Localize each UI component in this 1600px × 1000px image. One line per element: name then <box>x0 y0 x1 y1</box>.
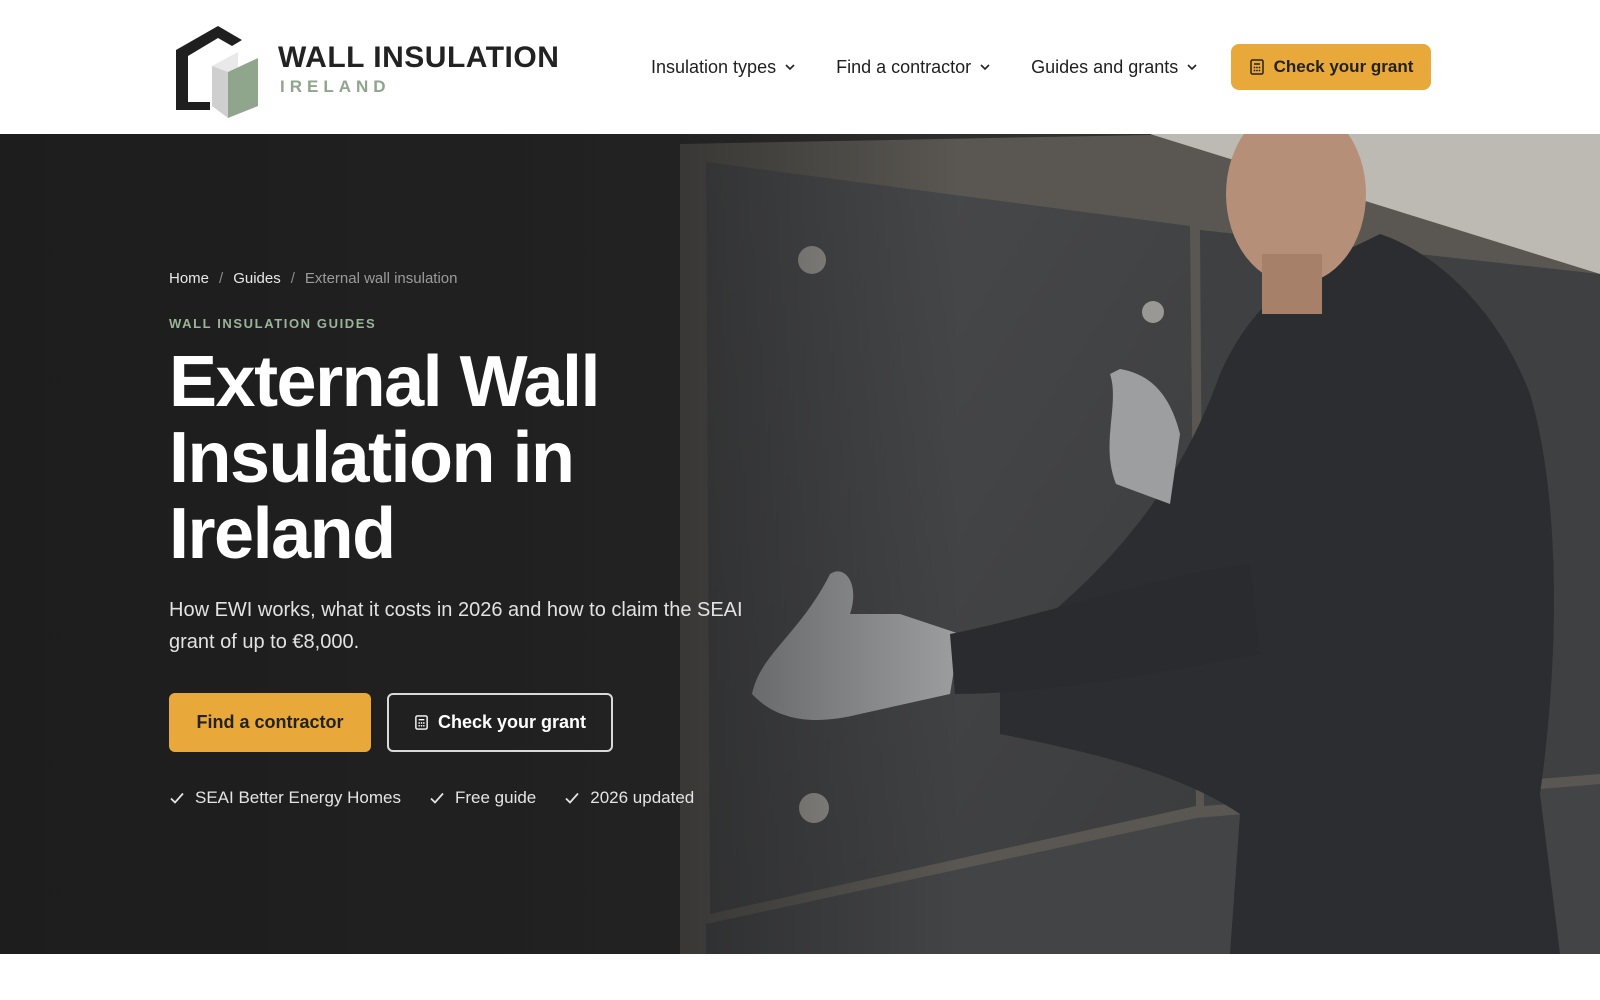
calculator-icon <box>415 715 428 730</box>
trust-badges: SEAI Better Energy Homes Free guide 2026… <box>169 788 722 808</box>
find-contractor-button[interactable]: Find a contractor <box>169 693 371 752</box>
page-bottom-strip <box>0 954 1600 1000</box>
site-header: WALL INSULATION IRELAND Insulation types… <box>0 0 1600 134</box>
find-contractor-label: Find a contractor <box>196 712 344 732</box>
breadcrumb-home[interactable]: Home <box>169 270 209 287</box>
nav-label: Insulation types <box>651 56 777 77</box>
check-icon <box>565 792 579 804</box>
nav-find-contractor[interactable]: Find a contractor <box>836 57 991 78</box>
chevron-down-icon <box>785 64 795 71</box>
house-logo-icon <box>176 26 258 118</box>
breadcrumb-separator: / <box>219 270 224 287</box>
chevron-down-icon <box>980 64 990 71</box>
hero-section: Home / Guides / External wall insulation… <box>0 134 1600 954</box>
badge-label: Free guide <box>454 788 537 807</box>
logo-subtitle: IRELAND <box>280 77 391 96</box>
check-icon <box>430 792 444 804</box>
breadcrumb-separator: / <box>290 270 295 287</box>
nav-insulation-types[interactable]: Insulation types <box>651 57 796 78</box>
check-icon <box>170 792 184 804</box>
badge-label: 2026 updated <box>590 788 695 807</box>
badge-free-guide: Free guide <box>429 788 536 808</box>
hero-subtitle: How EWI works, what it costs in 2026 and… <box>169 599 743 653</box>
chevron-down-icon <box>1187 64 1197 71</box>
nav-label: Find a contractor <box>836 56 972 77</box>
breadcrumb-guides[interactable]: Guides <box>233 270 281 287</box>
page-title: External Wall Insulation in Ireland <box>169 342 600 574</box>
main-nav: Insulation types Find a contractor Guide… <box>651 44 1238 90</box>
breadcrumb-current: External wall insulation <box>304 270 458 287</box>
site-logo[interactable]: WALL INSULATION IRELAND <box>172 22 559 118</box>
calculator-icon <box>1249 59 1264 75</box>
badge-seai: SEAI Better Energy Homes <box>169 788 401 808</box>
check-grant-button[interactable]: Check your grant <box>387 693 613 752</box>
header-check-grant-button[interactable]: Check your grant <box>1231 44 1431 90</box>
hero-eyebrow: WALL INSULATION GUIDES <box>169 316 377 331</box>
check-grant-label: Check your grant <box>437 712 587 732</box>
badge-updated: 2026 updated <box>564 788 694 808</box>
logo-title: WALL INSULATION <box>278 41 560 74</box>
nav-label: Guides and grants <box>1031 56 1179 77</box>
logo-text: WALL INSULATION IRELAND <box>278 43 559 97</box>
breadcrumb: Home / Guides / External wall insulation <box>169 270 457 287</box>
header-cta-label: Check your grant <box>1273 57 1414 76</box>
badge-label: SEAI Better Energy Homes <box>195 788 401 807</box>
nav-guides-grants[interactable]: Guides and grants <box>1031 57 1198 78</box>
